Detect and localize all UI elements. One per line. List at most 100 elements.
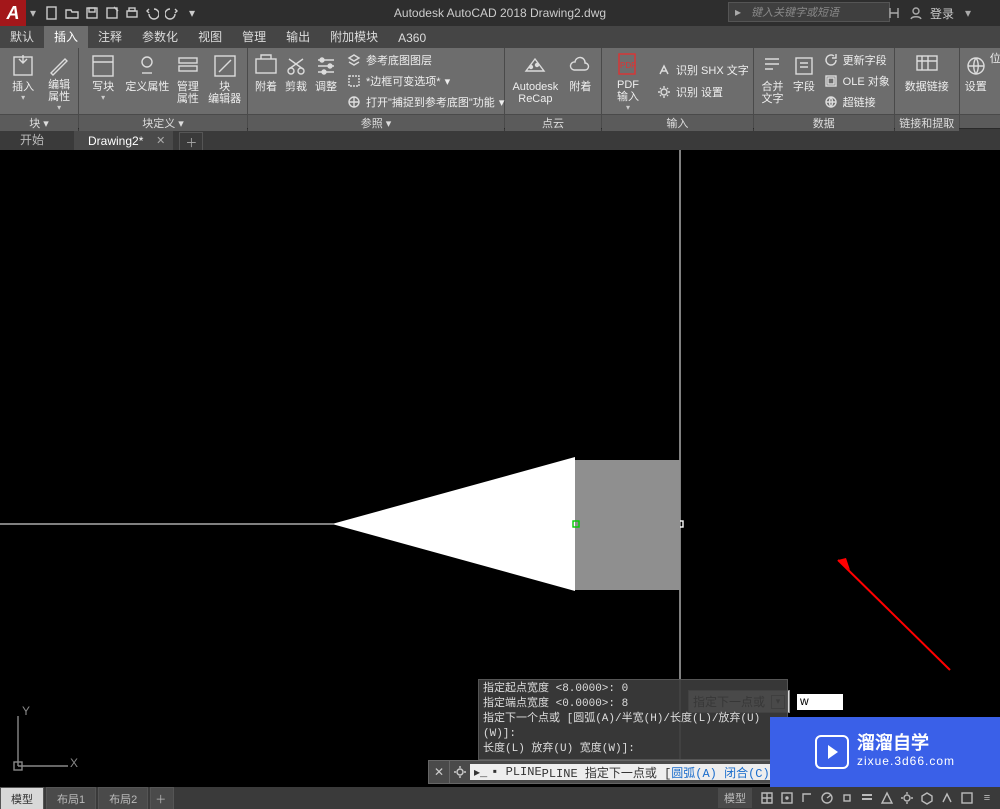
ref-mini-col: 参考底图图层 *边框可变选项*▾ 打开"捕捉到参考底图"功能▾: [346, 50, 504, 112]
panel-title-blockdef[interactable]: 块定义 ▾: [79, 114, 247, 131]
row-shx-text[interactable]: 识别 SHX 文字: [656, 60, 749, 80]
edit-attr-icon: [45, 52, 73, 78]
tab-addins[interactable]: 附加模块: [320, 25, 388, 48]
doctab-new[interactable]: ＋: [179, 132, 203, 151]
doctab-drawing2[interactable]: Drawing2*✕: [74, 131, 173, 151]
annoscale-icon[interactable]: [878, 789, 896, 807]
btn-clip[interactable]: 剪裁: [282, 50, 310, 112]
plot-icon[interactable]: [124, 5, 140, 21]
status-tab-layout2[interactable]: 布局2: [98, 787, 148, 809]
globe-icon: [962, 52, 990, 80]
panel-title-import: 输入: [602, 114, 753, 131]
link-icon: [823, 94, 839, 110]
app-logo[interactable]: A: [0, 0, 26, 26]
status-tab-add[interactable]: ＋: [150, 787, 174, 809]
drawing-canvas[interactable]: 指定下一点或 ▾ w X Y: [0, 150, 1000, 760]
status-right: 模型 ≡: [718, 788, 1000, 808]
customize-status-icon[interactable]: ≡: [978, 789, 996, 807]
tab-a360[interactable]: A360: [388, 28, 436, 48]
tab-annotate[interactable]: 注释: [88, 25, 132, 48]
save-icon[interactable]: [84, 5, 100, 21]
new-icon[interactable]: [44, 5, 60, 21]
document-tabs: 开始 Drawing2*✕ ＋: [0, 129, 1000, 151]
shx-icon: [656, 62, 672, 78]
search-placeholder: 键入关键字或短语: [747, 4, 843, 20]
qat-dropdown-icon[interactable]: ▾: [184, 5, 200, 21]
doctab-start[interactable]: 开始: [6, 128, 74, 151]
panel-title-ref[interactable]: 参照 ▾: [248, 114, 504, 131]
btn-adjust[interactable]: 调整: [312, 50, 340, 112]
tab-parametric[interactable]: 参数化: [132, 25, 188, 48]
hardware-accel-icon[interactable]: [938, 789, 956, 807]
ortho-icon[interactable]: [798, 789, 816, 807]
tab-insert[interactable]: 插入: [44, 25, 88, 48]
row-snap-underlay[interactable]: 打开"捕捉到参考底图"功能▾: [346, 92, 504, 112]
btn-defattr[interactable]: 定义属性: [125, 50, 169, 112]
tab-view[interactable]: 视图: [188, 25, 232, 48]
btn-field[interactable]: 字段: [789, 50, 818, 112]
btn-mgrattr[interactable]: 管理 属性: [171, 50, 204, 112]
tab-default[interactable]: 默认: [0, 25, 44, 48]
btn-loc-partial[interactable]: 位: [990, 50, 1000, 112]
field-icon: [790, 52, 818, 80]
btn-set-location[interactable]: 设置: [964, 50, 988, 112]
btn-datalink[interactable]: 数据链接: [899, 50, 955, 112]
saveas-icon[interactable]: [104, 5, 120, 21]
tab-manage[interactable]: 管理: [232, 25, 276, 48]
title-bar: A ▾ ▾ Autodesk AutoCAD 2018 Drawing2.dwg…: [0, 0, 1000, 26]
cmd-hist-line: 指定端点宽度 <0.0000>: 8: [483, 697, 783, 712]
btn-cloud-attach[interactable]: 附着: [564, 50, 597, 112]
osnap-icon[interactable]: [838, 789, 856, 807]
exchange-icon[interactable]: [886, 5, 902, 21]
command-history: 指定起点宽度 <8.0000>: 0 指定端点宽度 <0.0000>: 8 指定…: [478, 679, 788, 760]
btn-wblock[interactable]: 写块▾: [83, 50, 123, 112]
polar-icon[interactable]: [818, 789, 836, 807]
btn-edit-attr[interactable]: 编辑 属性▾: [44, 50, 74, 112]
cmd-hist-line: (W)]:: [483, 727, 783, 742]
btn-attach[interactable]: 附着: [252, 50, 280, 112]
snap-icon: [346, 94, 362, 110]
workspace-icon[interactable]: [898, 789, 916, 807]
panel-location: 设置 位: [960, 48, 1000, 128]
play-icon: [815, 735, 849, 769]
row-underlay-layer[interactable]: 参考底图图层: [346, 50, 504, 70]
login-dropdown-icon[interactable]: ▾: [960, 5, 976, 21]
row-frame-option[interactable]: *边框可变选项*▾: [346, 71, 504, 91]
open-icon[interactable]: [64, 5, 80, 21]
panel-block: 插入▾ 编辑 属性▾ 块 ▾: [0, 48, 79, 128]
close-icon[interactable]: ✕: [156, 134, 165, 147]
isoplane-icon[interactable]: [918, 789, 936, 807]
login-area[interactable]: 登录 ▾: [886, 0, 976, 26]
btn-insert[interactable]: 插入▾: [4, 50, 42, 112]
cmdline-customize-icon[interactable]: [450, 761, 470, 783]
panel-title-loc: [960, 114, 1000, 128]
status-model-btn[interactable]: 模型: [718, 788, 752, 808]
tab-output[interactable]: 输出: [276, 25, 320, 48]
cmdline-close-icon[interactable]: ✕: [429, 761, 450, 783]
app-menu-dropdown[interactable]: ▾: [26, 0, 40, 26]
row-recog-settings[interactable]: 识别 设置: [656, 82, 749, 102]
lineweight-icon[interactable]: [858, 789, 876, 807]
panel-data: 合并 文字 字段 更新字段 OLE 对象 超链接 数据: [754, 48, 895, 128]
btn-bedit[interactable]: 块 编辑器: [206, 50, 243, 112]
ribbon-tabstrip: 默认 插入 注释 参数化 视图 管理 输出 附加模块 A360: [0, 26, 1000, 48]
panel-import: PDF PDF 输入▾ 识别 SHX 文字 识别 设置 输入: [602, 48, 754, 128]
row-hyperlink[interactable]: 超链接: [823, 92, 890, 112]
btn-mergetext[interactable]: 合并 文字: [758, 50, 787, 112]
undo-icon[interactable]: [144, 5, 160, 21]
clean-screen-icon[interactable]: [958, 789, 976, 807]
redo-icon[interactable]: [164, 5, 180, 21]
ole-icon: [823, 73, 839, 89]
grid-icon[interactable]: [758, 789, 776, 807]
svg-text:PDF: PDF: [620, 61, 636, 70]
btn-recap[interactable]: Autodesk ReCap: [509, 50, 562, 112]
btn-pdf-import[interactable]: PDF PDF 输入▾: [606, 50, 650, 112]
status-tab-model[interactable]: 模型: [0, 787, 44, 809]
row-update-field[interactable]: 更新字段: [823, 50, 890, 70]
status-tab-layout1[interactable]: 布局1: [46, 787, 96, 809]
dyn-input[interactable]: w: [796, 693, 844, 711]
snap-mode-icon[interactable]: [778, 789, 796, 807]
help-search[interactable]: ▸ 键入关键字或短语: [728, 2, 890, 22]
row-ole-object[interactable]: OLE 对象: [823, 71, 890, 91]
mgrattr-icon: [174, 52, 202, 80]
